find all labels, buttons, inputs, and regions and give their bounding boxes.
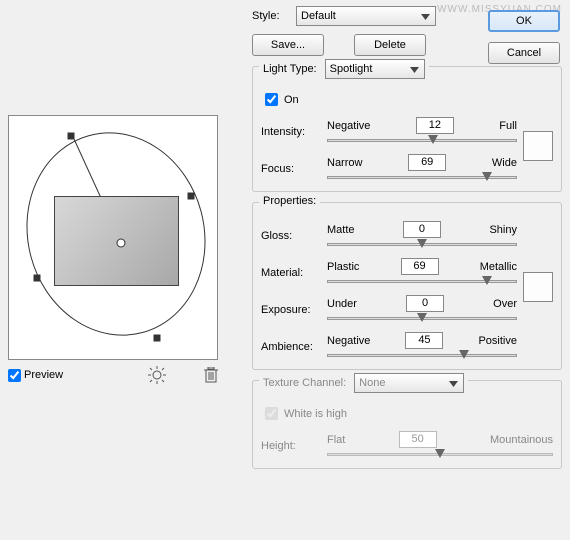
- exposure-slider[interactable]: [327, 314, 517, 324]
- on-label: On: [284, 94, 299, 106]
- save-button[interactable]: Save...: [252, 34, 324, 56]
- on-checkbox[interactable]: [265, 93, 278, 106]
- intensity-right: Full: [499, 120, 517, 132]
- focus-slider[interactable]: [327, 173, 517, 183]
- preview-checkbox[interactable]: [8, 369, 21, 382]
- white-is-high-label: White is high: [284, 408, 347, 420]
- white-is-high-checkbox: [265, 407, 278, 420]
- intensity-value[interactable]: 12: [416, 117, 454, 134]
- style-label: Style:: [252, 10, 290, 22]
- properties-legend: Properties:: [259, 195, 320, 207]
- material-value[interactable]: 69: [401, 258, 439, 275]
- style-combo[interactable]: Default: [296, 6, 436, 26]
- material-slider[interactable]: [327, 277, 517, 287]
- focus-value[interactable]: 69: [408, 154, 446, 171]
- preview-label: Preview: [24, 369, 63, 381]
- exposure-value[interactable]: 0: [406, 295, 444, 312]
- exposure-label: Exposure:: [261, 304, 321, 316]
- chevron-down-icon: [446, 376, 461, 391]
- preview-canvas[interactable]: [8, 115, 218, 360]
- delete-button[interactable]: Delete: [354, 34, 426, 56]
- light-center-knob[interactable]: [117, 239, 126, 248]
- gloss-value[interactable]: 0: [403, 221, 441, 238]
- focus-label: Focus:: [261, 163, 321, 175]
- trash-icon[interactable]: [204, 367, 218, 383]
- texture-group: Texture Channel: None White is high Heig…: [252, 380, 562, 469]
- light-handle-left[interactable]: [34, 275, 41, 282]
- intensity-label: Intensity:: [261, 126, 321, 138]
- gloss-slider[interactable]: [327, 240, 517, 250]
- focus-left: Narrow: [327, 157, 362, 169]
- texture-combo[interactable]: None: [354, 373, 464, 393]
- material-label: Material:: [261, 267, 321, 279]
- light-handle-bottom[interactable]: [154, 335, 161, 342]
- height-label: Height:: [261, 440, 321, 452]
- gloss-label: Gloss:: [261, 230, 321, 242]
- texture-value: None: [359, 377, 385, 389]
- chevron-down-icon: [407, 62, 422, 77]
- height-slider: [327, 450, 553, 460]
- intensity-left: Negative: [327, 120, 370, 132]
- light-handle-top[interactable]: [68, 133, 75, 140]
- intensity-slider[interactable]: [327, 136, 517, 146]
- properties-group: Properties: Gloss: Matte 0 Shiny: [252, 202, 562, 370]
- focus-right: Wide: [492, 157, 517, 169]
- light-handle-right[interactable]: [188, 193, 195, 200]
- texture-label: Texture Channel:: [263, 377, 346, 389]
- ambience-label: Ambience:: [261, 341, 321, 353]
- chevron-down-icon: [418, 9, 433, 24]
- light-type-group: Light Type: Spotlight On Intensity: Nega…: [252, 66, 562, 192]
- light-color-swatch[interactable]: [523, 131, 553, 161]
- height-value: 50: [399, 431, 437, 448]
- style-value: Default: [301, 10, 336, 22]
- light-type-value: Spotlight: [330, 63, 373, 75]
- ambience-value[interactable]: 45: [405, 332, 443, 349]
- light-type-combo[interactable]: Spotlight: [325, 59, 425, 79]
- light-type-label: Light Type:: [263, 63, 317, 75]
- lightbulb-icon[interactable]: [148, 366, 166, 384]
- ambience-slider[interactable]: [327, 351, 517, 361]
- ambience-color-swatch[interactable]: [523, 272, 553, 302]
